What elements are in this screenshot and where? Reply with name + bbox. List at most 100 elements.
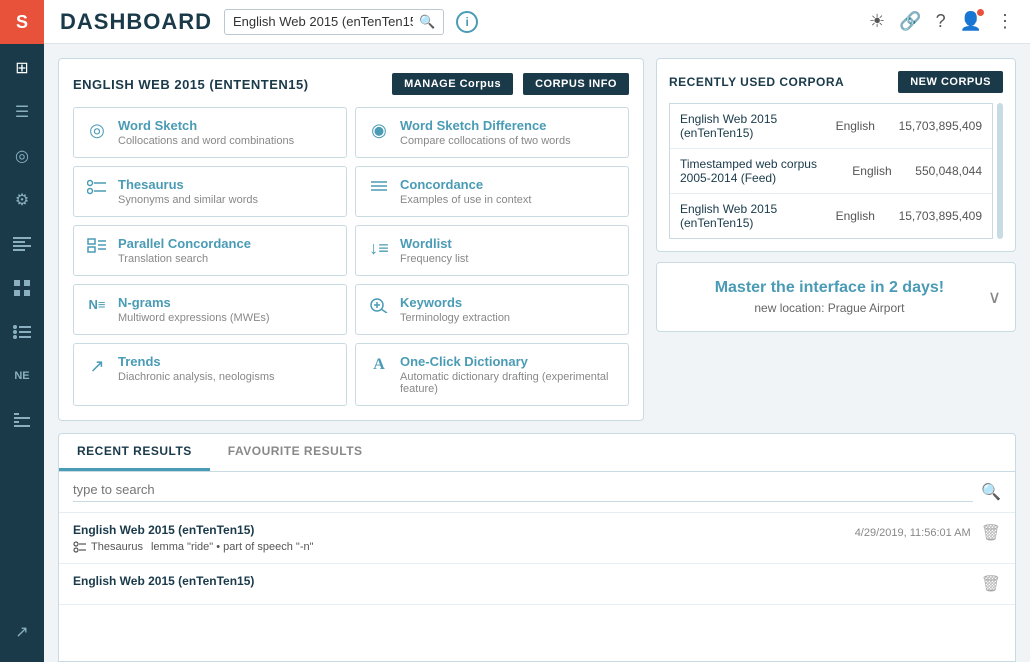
notification-icon[interactable]: 👤 bbox=[960, 11, 982, 32]
sidebar-item-settings[interactable]: ⚙ bbox=[0, 180, 44, 220]
tip-panel: Master the interface in 2 days! new loca… bbox=[656, 262, 1016, 332]
tool-word-sketch[interactable]: ◎ Word Sketch Collocations and word comb… bbox=[73, 107, 347, 158]
corpora-item-count: 15,703,895,409 bbox=[899, 119, 982, 133]
corpora-list: English Web 2015 (enTenTen15) English 15… bbox=[669, 103, 993, 239]
tip-title: Master the interface in 2 days! bbox=[671, 279, 988, 297]
corpus-name-label: ENGLISH WEB 2015 (ENTENTEN15) bbox=[73, 77, 382, 92]
new-corpus-button[interactable]: NEW CORPUS bbox=[898, 71, 1003, 93]
scrollbar[interactable] bbox=[997, 103, 1003, 239]
wordlist-desc: Frequency list bbox=[400, 253, 468, 265]
help-icon[interactable]: ? bbox=[936, 11, 946, 32]
tool-trends[interactable]: ↗ Trends Diachronic analysis, neologisms bbox=[73, 343, 347, 406]
result-item[interactable]: English Web 2015 (enTenTen15) Thesaurus … bbox=[59, 513, 1015, 564]
results-list: English Web 2015 (enTenTen15) Thesaurus … bbox=[59, 513, 1015, 661]
ngrams-icon: N≡ bbox=[86, 297, 108, 312]
results-section: RECENT RESULTS FAVOURITE RESULTS 🔍 Engli… bbox=[58, 433, 1016, 662]
corpora-row[interactable]: English Web 2015 (enTenTen15) English 15… bbox=[670, 104, 992, 149]
result-item[interactable]: English Web 2015 (enTenTen15) 🗑 bbox=[59, 564, 1015, 605]
word-sketch-title: Word Sketch bbox=[118, 118, 294, 133]
manage-corpus-button[interactable]: MANAGE Corpus bbox=[392, 73, 513, 95]
tool-concordance[interactable]: Concordance Examples of use in context bbox=[355, 166, 629, 217]
corpus-search-input[interactable] bbox=[233, 14, 413, 29]
keywords-icon bbox=[368, 297, 390, 318]
corpora-row[interactable]: English Web 2015 (enTenTen15) English 15… bbox=[670, 194, 992, 238]
sidebar-logo[interactable]: S bbox=[0, 0, 44, 44]
tool-thesaurus[interactable]: Thesaurus Synonyms and similar words bbox=[73, 166, 347, 217]
sidebar-item-target[interactable]: ◎ bbox=[0, 136, 44, 176]
sidebar-item-grid[interactable] bbox=[0, 268, 44, 308]
one-click-dict-title: One-Click Dictionary bbox=[400, 354, 616, 369]
tool-ngrams[interactable]: N≡ N-grams Multiword expressions (MWEs) bbox=[73, 284, 347, 335]
topbar-actions: ☀ 🔗 ? 👤 ⋮ bbox=[869, 11, 1014, 32]
one-click-dict-icon: A bbox=[368, 356, 390, 374]
corpora-item-count: 15,703,895,409 bbox=[899, 209, 982, 223]
page-title: DASHBOARD bbox=[60, 9, 212, 35]
word-sketch-icon: ◎ bbox=[86, 120, 108, 141]
logo-text: S bbox=[16, 12, 28, 33]
main-area: DASHBOARD 🔍 i ☀ 🔗 ? 👤 ⋮ ENGLISH WEB 2015… bbox=[44, 0, 1030, 662]
result-type: Thesaurus bbox=[73, 541, 143, 553]
results-search-icon: 🔍 bbox=[981, 482, 1001, 502]
result-delete-icon[interactable]: 🗑 bbox=[981, 574, 1001, 594]
word-sketch-desc: Collocations and word combinations bbox=[118, 135, 294, 147]
corpora-list-container: English Web 2015 (enTenTen15) English 15… bbox=[669, 103, 1003, 239]
result-corpus-name: English Web 2015 (enTenTen15) bbox=[73, 574, 981, 588]
tip-chevron-icon[interactable]: ∨ bbox=[988, 287, 1001, 308]
ngrams-desc: Multiword expressions (MWEs) bbox=[118, 312, 270, 324]
result-delete-icon[interactable]: 🗑 bbox=[981, 523, 1001, 543]
sidebar-item-trends[interactable]: ↗ bbox=[0, 612, 44, 652]
result-corpus-name: English Web 2015 (enTenTen15) bbox=[73, 523, 855, 537]
sidebar-item-alt-list[interactable] bbox=[0, 312, 44, 352]
trends-desc: Diachronic analysis, neologisms bbox=[118, 371, 275, 383]
results-search-bar: 🔍 bbox=[59, 472, 1015, 513]
trends-icon: ↗ bbox=[86, 356, 108, 377]
word-sketch-diff-title: Word Sketch Difference bbox=[400, 118, 571, 133]
top-row: ENGLISH WEB 2015 (ENTENTEN15) MANAGE Cor… bbox=[58, 58, 1016, 421]
tip-subtitle: new location: Prague Airport bbox=[671, 301, 988, 315]
content-area: ENGLISH WEB 2015 (ENTENTEN15) MANAGE Cor… bbox=[44, 44, 1030, 662]
trends-title: Trends bbox=[118, 354, 275, 369]
thesaurus-icon bbox=[86, 179, 108, 200]
corpora-panel: RECENTLY USED CORPORA NEW CORPUS English… bbox=[656, 58, 1016, 252]
corpus-info-button[interactable]: CORPUS INFO bbox=[523, 73, 629, 95]
tool-word-sketch-diff[interactable]: ◉ Word Sketch Difference Compare colloca… bbox=[355, 107, 629, 158]
info-icon[interactable]: i bbox=[456, 11, 478, 33]
thesaurus-title: Thesaurus bbox=[118, 177, 258, 192]
sidebar-item-ne[interactable]: NE bbox=[0, 356, 44, 396]
tool-keywords[interactable]: Keywords Terminology extraction bbox=[355, 284, 629, 335]
corpus-search-box[interactable]: 🔍 bbox=[224, 9, 444, 35]
corpora-row[interactable]: Timestamped web corpus 2005-2014 (Feed) … bbox=[670, 149, 992, 194]
theme-icon[interactable]: ☀ bbox=[869, 11, 885, 32]
concordance-icon bbox=[368, 179, 390, 200]
tool-wordlist[interactable]: ↓≡ Wordlist Frequency list bbox=[355, 225, 629, 276]
results-tabs: RECENT RESULTS FAVOURITE RESULTS bbox=[59, 434, 1015, 472]
sidebar: S ⊞ ☰ ◎ ⚙ NE ↗ bbox=[0, 0, 44, 662]
link-icon[interactable]: 🔗 bbox=[899, 11, 921, 32]
concordance-desc: Examples of use in context bbox=[400, 194, 531, 206]
sidebar-bottom: ↗ bbox=[0, 608, 44, 652]
tab-favourite-results[interactable]: FAVOURITE RESULTS bbox=[210, 434, 381, 471]
sidebar-item-home[interactable]: ⊞ bbox=[0, 48, 44, 88]
corpora-item-lang: English bbox=[852, 164, 907, 178]
tab-recent-results[interactable]: RECENT RESULTS bbox=[59, 434, 210, 471]
sidebar-item-collocations[interactable] bbox=[0, 400, 44, 440]
keywords-title: Keywords bbox=[400, 295, 510, 310]
word-sketch-diff-icon: ◉ bbox=[368, 120, 390, 141]
corpora-item-name: English Web 2015 (enTenTen15) bbox=[680, 112, 828, 140]
corpora-item-count: 550,048,044 bbox=[915, 164, 982, 178]
topbar: DASHBOARD 🔍 i ☀ 🔗 ? 👤 ⋮ bbox=[44, 0, 1030, 44]
tool-one-click-dict[interactable]: A One-Click Dictionary Automatic diction… bbox=[355, 343, 629, 406]
parallel-concordance-desc: Translation search bbox=[118, 253, 251, 265]
tool-parallel-concordance[interactable]: Parallel Concordance Translation search bbox=[73, 225, 347, 276]
parallel-concordance-icon bbox=[86, 238, 108, 259]
corpora-item-lang: English bbox=[836, 119, 891, 133]
one-click-dict-desc: Automatic dictionary drafting (experimen… bbox=[400, 371, 616, 395]
panel-header: ENGLISH WEB 2015 (ENTENTEN15) MANAGE Cor… bbox=[73, 73, 629, 95]
sidebar-item-list[interactable]: ☰ bbox=[0, 92, 44, 132]
sidebar-item-bars[interactable] bbox=[0, 224, 44, 264]
menu-icon[interactable]: ⋮ bbox=[996, 11, 1014, 32]
results-search-input[interactable] bbox=[73, 482, 973, 502]
dashboard-panel: ENGLISH WEB 2015 (ENTENTEN15) MANAGE Cor… bbox=[58, 58, 644, 421]
result-query: lemma "ride" • part of speech "-n" bbox=[151, 541, 314, 553]
result-date: 4/29/2019, 11:56:01 AM bbox=[855, 527, 971, 539]
